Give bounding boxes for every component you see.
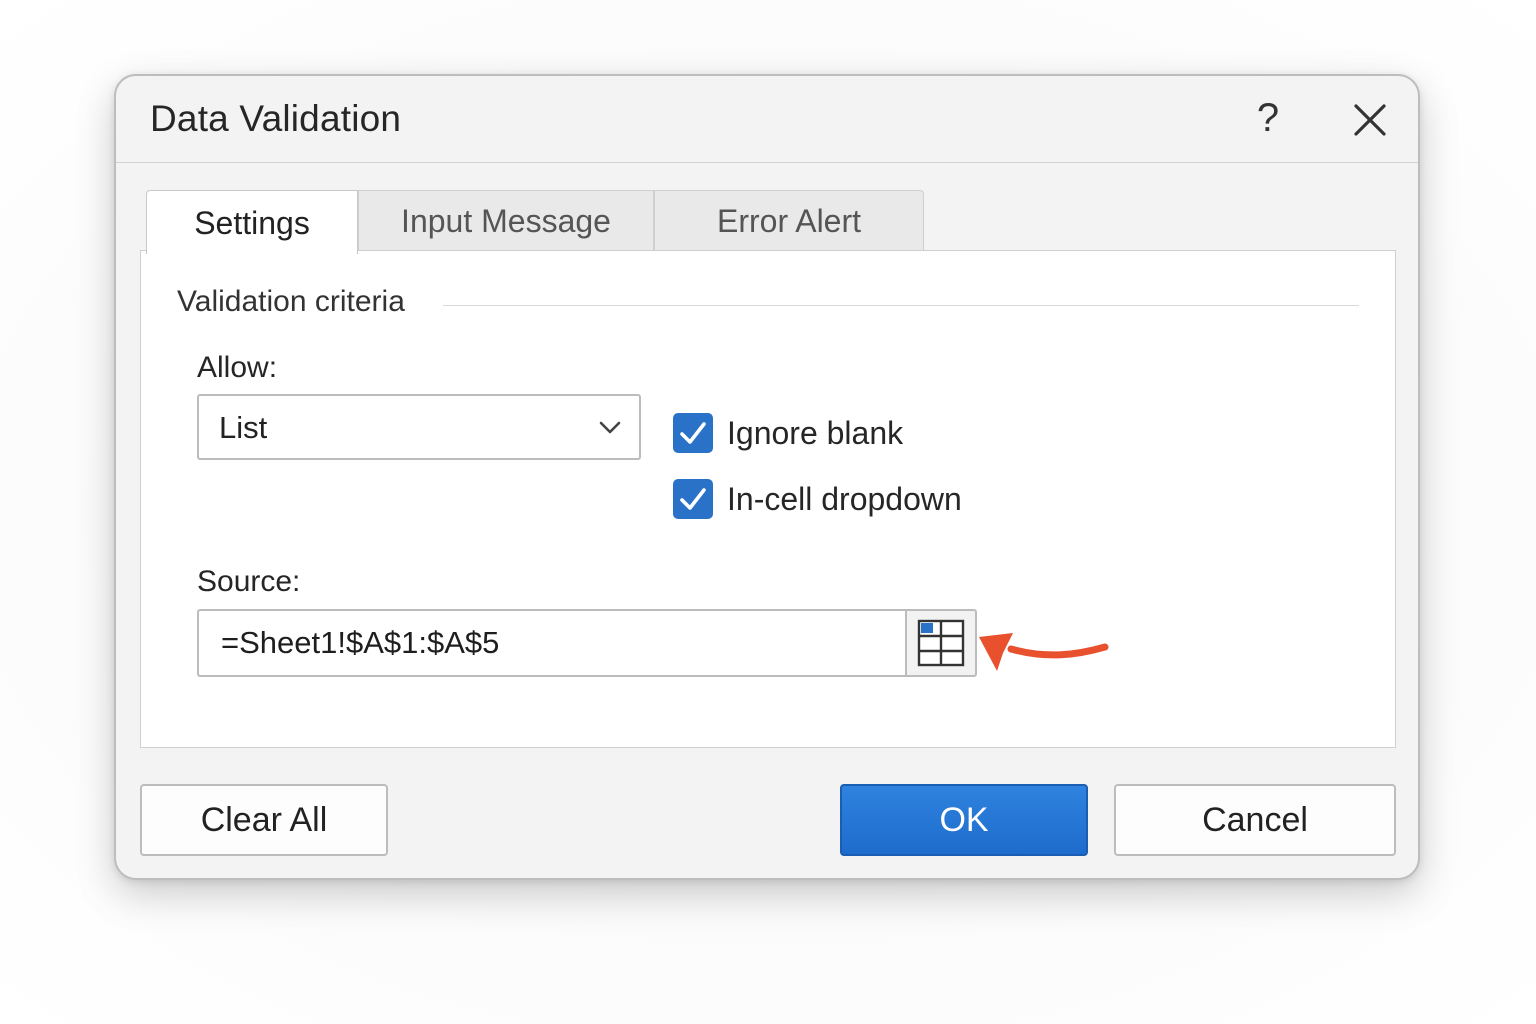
in-cell-dropdown-label: In-cell dropdown — [727, 481, 962, 517]
checkbox-checked[interactable] — [673, 479, 713, 519]
allow-selected-value: List — [219, 410, 268, 445]
red-arrow-icon — [979, 633, 1109, 671]
checkbox-checked[interactable] — [673, 413, 713, 453]
source-label: Source: — [197, 565, 301, 598]
source-input[interactable]: =Sheet1!$A$1:$A$5 — [197, 609, 905, 677]
data-validation-dialog: Data Validation ? Settings Input Message… — [114, 74, 1420, 880]
allow-dropdown[interactable]: List — [197, 394, 641, 460]
title-bar: Data Validation ? — [116, 76, 1418, 163]
validation-criteria-label: Validation criteria — [177, 285, 419, 319]
range-selector-button[interactable] — [905, 609, 977, 677]
ok-button[interactable]: OK — [840, 784, 1088, 856]
checkmark-icon — [680, 422, 706, 444]
close-button[interactable] — [1346, 96, 1394, 144]
dialog-title: Data Validation — [150, 98, 402, 139]
chevron-down-icon — [599, 421, 621, 434]
tab-settings[interactable]: Settings — [146, 190, 358, 254]
clear-all-button[interactable]: Clear All — [140, 784, 388, 856]
ignore-blank-label: Ignore blank — [727, 415, 904, 451]
cancel-button[interactable]: Cancel — [1114, 784, 1396, 856]
allow-label: Allow: — [197, 351, 278, 384]
settings-panel: Validation criteria Allow: List Ignore b… — [140, 250, 1396, 748]
checkmark-icon — [680, 488, 706, 510]
close-icon — [1354, 104, 1386, 136]
help-button[interactable]: ? — [1244, 94, 1292, 142]
range-selector-grid-icon — [917, 619, 965, 667]
tab-error-alert[interactable]: Error Alert — [654, 190, 924, 252]
group-divider — [443, 305, 1359, 306]
question-mark-icon: ? — [1256, 96, 1280, 140]
tab-input-message[interactable]: Input Message — [358, 190, 654, 252]
